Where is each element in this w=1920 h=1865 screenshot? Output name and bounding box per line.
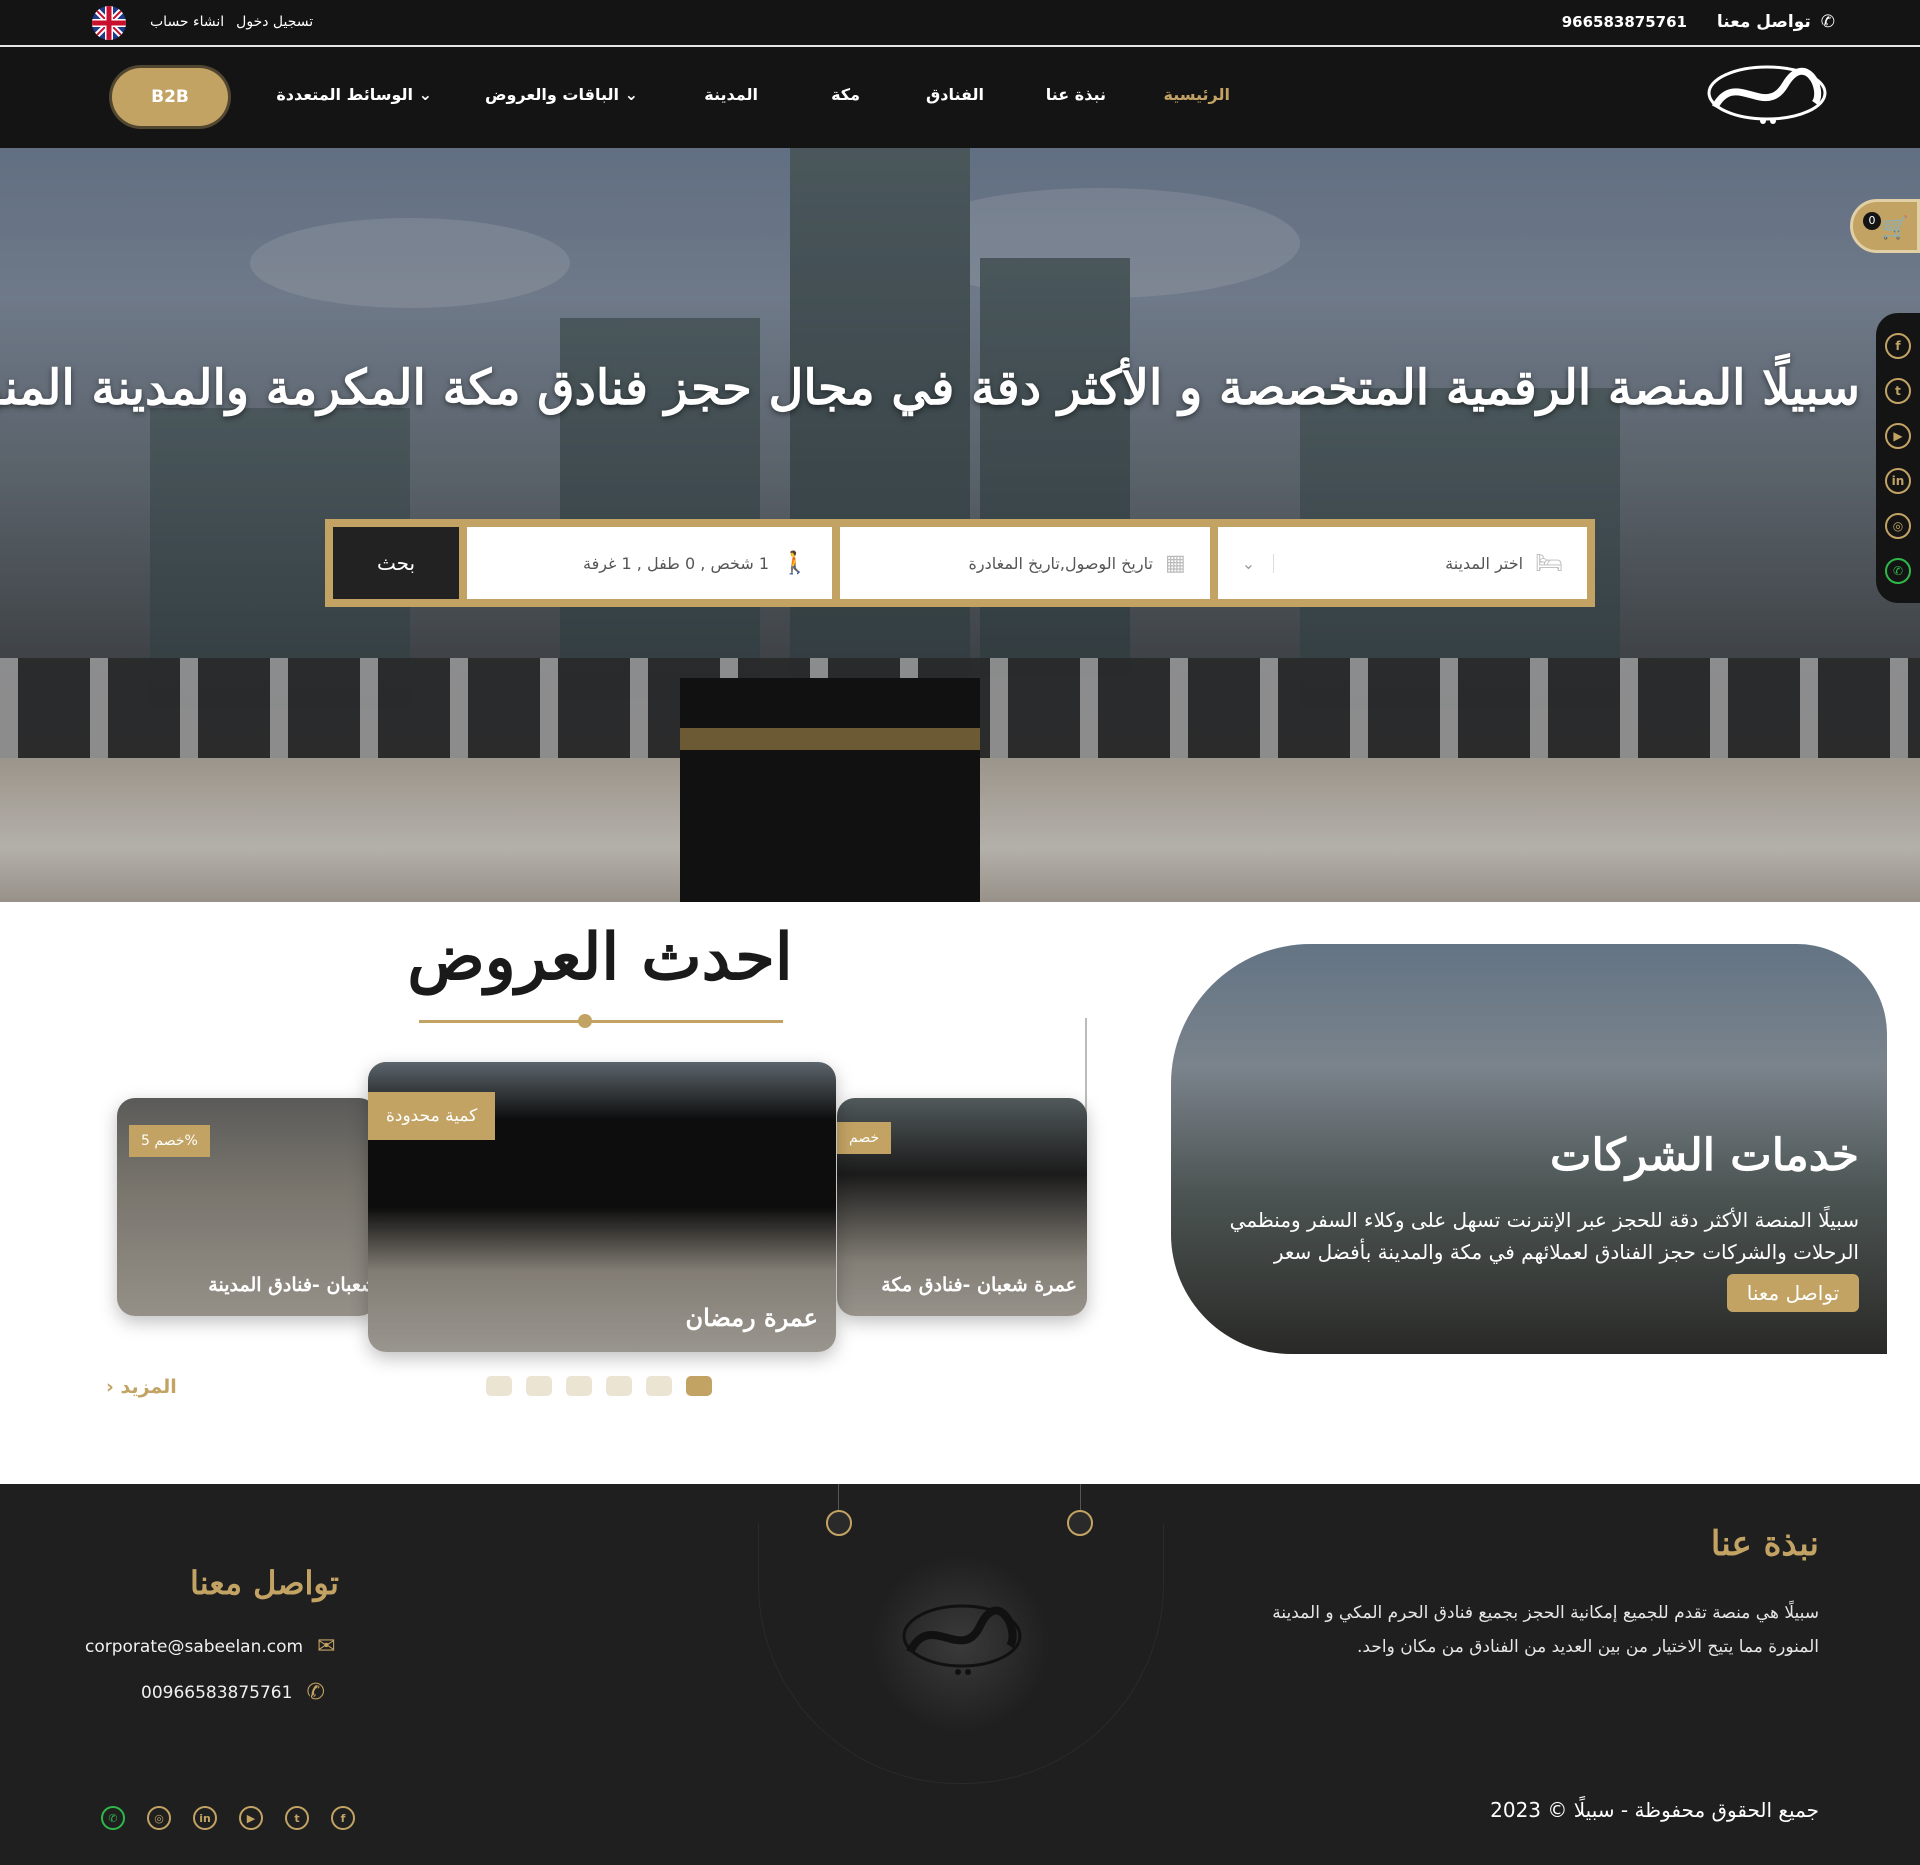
footer-logo <box>870 1554 1050 1734</box>
bed-icon: 🛏 <box>1535 550 1563 576</box>
footer-social-links: ✆ ◎ in ▶ t f <box>101 1806 355 1830</box>
whatsapp-icon[interactable]: ✆ <box>1885 557 1911 584</box>
divider <box>419 1020 783 1023</box>
instagram-icon[interactable]: ◎ <box>147 1806 171 1830</box>
copyright-text: جميع الحقوق محفوظة - سبيلًا © 2023 <box>1490 1798 1819 1822</box>
social-rail: f t ▶ in ◎ ✆ <box>1876 313 1920 603</box>
footer: نبذة عنا سبيلًا هي منصة تقدم للجميع إمكا… <box>0 1484 1920 1865</box>
auth-links: تسجيل دخول انشاء حساب <box>150 14 313 30</box>
chevron-down-icon: ⌄ <box>624 85 638 104</box>
pager-dot[interactable] <box>486 1376 512 1396</box>
footer-phone: 00966583875761 <box>141 1682 293 1703</box>
register-link[interactable]: انشاء حساب <box>150 14 224 30</box>
twitter-icon[interactable]: t <box>285 1806 309 1830</box>
nav-makkah[interactable]: مكة <box>831 85 860 104</box>
top-contact-link[interactable]: ✆ تواصل معنا <box>1717 12 1835 32</box>
dates-input[interactable]: ▦ تاريخ الوصول,تاريخ المغادرة <box>840 527 1210 599</box>
nav-about[interactable]: نبذة عنا <box>1046 85 1106 104</box>
nav-packages-label: الباقات والعروض <box>484 85 620 104</box>
footer-pin <box>1067 1510 1093 1536</box>
nav-home[interactable]: الرئيسية <box>1164 85 1231 104</box>
b2b-button[interactable]: B2B <box>112 68 228 126</box>
top-bar: ✆ تواصل معنا 966583875761 تسجيل دخول انش… <box>0 0 1920 47</box>
calendar-icon: ▦ <box>1164 550 1186 576</box>
youtube-icon[interactable]: ▶ <box>1885 422 1911 449</box>
nav-packages[interactable]: الباقات والعروض ⌄ <box>485 85 638 104</box>
pager-dot-active[interactable] <box>686 1376 712 1396</box>
pager-dot[interactable] <box>606 1376 632 1396</box>
offer-name: شعبان -فنادق المدينة <box>208 1274 377 1296</box>
pager-dot[interactable] <box>646 1376 672 1396</box>
offer-card-ramadan[interactable]: كمية محدودة عمرة رمضان <box>368 1062 836 1352</box>
offer-card-madinah[interactable]: خصم 5% شعبان -فنادق المدينة <box>117 1098 377 1316</box>
cart-count-badge: 0 <box>1863 212 1881 230</box>
top-phone-number[interactable]: 966583875761 <box>1562 13 1687 31</box>
corporate-title: خدمات الشركات <box>1550 1130 1859 1181</box>
dates-placeholder: تاريخ الوصول,تاريخ المغادرة <box>968 553 1153 573</box>
more-link[interactable]: المزيد ‹ <box>106 1376 177 1398</box>
footer-pin-line <box>838 1484 839 1512</box>
whatsapp-icon[interactable]: ✆ <box>101 1806 125 1830</box>
discount-tag: خصم 5% <box>129 1125 210 1157</box>
city-select[interactable]: 🛏 اختر المدينة ⌄ <box>1217 527 1587 599</box>
facebook-icon[interactable]: f <box>331 1806 355 1830</box>
footer-about-text: سبيلًا هي منصة تقدم للجميع إمكانية الحجز… <box>1272 1603 1819 1657</box>
cart-button[interactable]: 0 🛒 <box>1850 199 1920 253</box>
cart-icon: 🛒 <box>1881 216 1909 241</box>
guests-input[interactable]: 🚶 1 شخص , 0 طفل , 1 غرفة <box>467 527 833 599</box>
brand-logo[interactable] <box>1695 49 1835 145</box>
phone-icon: ✆ <box>1820 12 1835 32</box>
footer-pin <box>826 1510 852 1536</box>
hero-title: سبيلًا المنصة الرقمية المتخصصة و الأكثر … <box>0 360 1860 416</box>
nav-madinah[interactable]: المدينة <box>704 85 758 104</box>
guests-value: 1 شخص , 0 طفل , 1 غرفة <box>583 553 770 573</box>
footer-email: corporate@sabeelan.com <box>85 1636 304 1657</box>
login-link[interactable]: تسجيل دخول <box>236 14 313 30</box>
footer-email-row[interactable]: corporate@sabeelan.com ✉ <box>85 1634 336 1659</box>
corporate-text: سبيلًا المنصة الأكثر دقة للحجز عبر الإنت… <box>1229 1208 1859 1264</box>
offers-pager <box>486 1376 712 1396</box>
pager-dot[interactable] <box>526 1376 552 1396</box>
nav-media[interactable]: الوسائط المتعددة ⌄ <box>276 85 432 104</box>
corporate-services-card: خدمات الشركات سبيلًا المنصة الأكثر دقة ل… <box>1171 944 1887 1354</box>
linkedin-icon[interactable]: in <box>1885 467 1911 494</box>
chevron-down-icon: ⌄ <box>418 85 432 104</box>
uk-flag-icon[interactable] <box>92 6 126 40</box>
city-placeholder: اختر المدينة <box>1445 553 1524 573</box>
mail-icon: ✉ <box>317 1634 336 1659</box>
offers-title: احدث العروض <box>407 920 793 995</box>
youtube-icon[interactable]: ▶ <box>239 1806 263 1830</box>
instagram-icon[interactable]: ◎ <box>1885 512 1911 539</box>
nav-media-label: الوسائط المتعددة <box>276 85 414 104</box>
facebook-icon[interactable]: f <box>1885 332 1911 359</box>
linkedin-icon[interactable]: in <box>193 1806 217 1830</box>
hero-banner: سبيلًا المنصة الرقمية المتخصصة و الأكثر … <box>0 148 1920 902</box>
chevron-down-icon: ⌄ <box>1242 553 1275 573</box>
search-button[interactable]: بحث <box>333 527 460 599</box>
pager-dot[interactable] <box>566 1376 592 1396</box>
discount-tag: خصم <box>837 1122 892 1154</box>
more-label: المزيد <box>120 1376 177 1398</box>
hotel-search-form: 🛏 اختر المدينة ⌄ ▦ تاريخ الوصول,تاريخ ال… <box>325 519 1595 607</box>
phone-icon: ✆ <box>306 1680 325 1705</box>
main-nav: الرئيسية نبذة عنا الفنادق مكة المدينة ال… <box>0 47 1920 148</box>
chevron-left-icon: ‹ <box>106 1376 114 1398</box>
footer-contact-title: تواصل معنا <box>190 1564 339 1602</box>
twitter-icon[interactable]: t <box>1885 377 1911 404</box>
divider-dot <box>578 1014 592 1028</box>
corporate-contact-button[interactable]: تواصل معنا <box>1727 1274 1859 1312</box>
offer-card-makkah[interactable]: خصم عمرة شعبان -فنادق مكة <box>837 1098 1087 1316</box>
limited-tag: كمية محدودة <box>368 1092 496 1140</box>
offer-name: عمرة شعبان -فنادق مكة <box>881 1274 1077 1296</box>
footer-phone-row[interactable]: 00966583875761 ✆ <box>141 1680 325 1705</box>
nav-hotels[interactable]: الفنادق <box>926 85 984 104</box>
person-icon: 🚶 <box>781 550 809 576</box>
offer-name: عمرة رمضان <box>685 1303 818 1332</box>
footer-pin-line <box>1080 1484 1081 1512</box>
footer-about-title: نبذة عنا <box>1710 1524 1819 1564</box>
